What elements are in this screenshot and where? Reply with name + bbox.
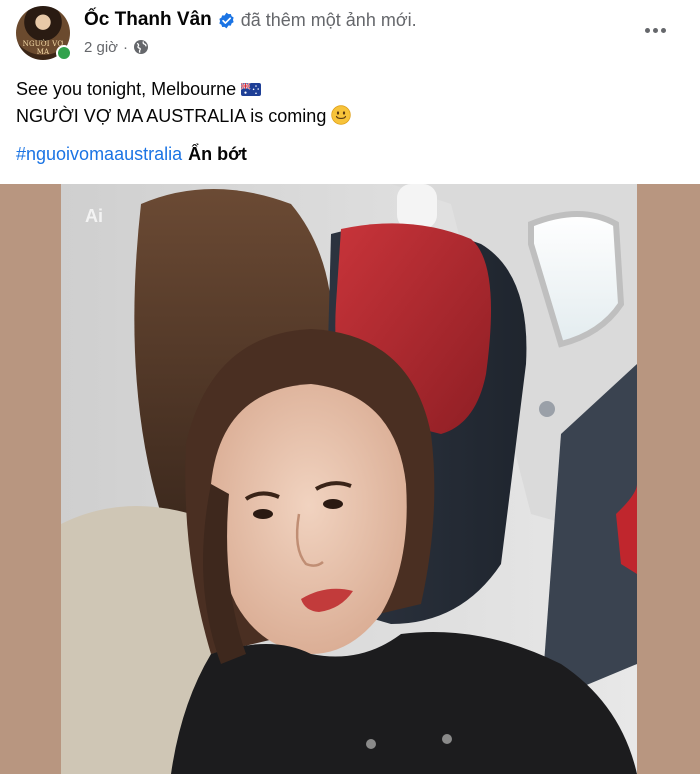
post-header: Ốc Thanh Vân đã thêm một ảnh mới.: [84, 8, 417, 32]
meta-separator: ·: [123, 38, 129, 56]
more-dot: [644, 27, 650, 33]
verified-badge-icon: [219, 12, 234, 28]
post-caption-2: NGƯỜI VỢ MA AUSTRALIA is coming: [16, 106, 327, 126]
post-photo: Ai: [61, 184, 637, 774]
post-text-line-1: See you tonight, Melbourne: [16, 77, 262, 101]
post-caption-1: See you tonight, Melbourne: [16, 79, 237, 99]
more-options-icon[interactable]: [640, 18, 670, 42]
post-timestamp[interactable]: 2 giờ: [84, 39, 118, 56]
australia-flag-emoji: [241, 83, 262, 96]
post-action-text: đã thêm một ảnh mới.: [240, 9, 417, 30]
see-less-button[interactable]: Ẩn bớt: [188, 144, 247, 164]
post-photo-container[interactable]: Ai: [0, 184, 700, 774]
post-text-line-2: NGƯỜI VỢ MA AUSTRALIA is coming: [16, 104, 352, 128]
facebook-post: NGƯỜI VỢ MA Ốc Thanh Vân đã thêm một ảnh…: [0, 0, 700, 774]
hashtag-line: #nguoivomaaustralia Ẩn bớt: [16, 142, 247, 166]
more-dot: [660, 27, 666, 33]
more-dot: [652, 27, 658, 33]
hashtag-link[interactable]: #nguoivomaaustralia: [16, 144, 182, 164]
globe-icon[interactable]: [133, 39, 149, 55]
post-meta: 2 giờ ·: [84, 37, 149, 57]
airplane-selfie-image: [61, 184, 637, 774]
author-name[interactable]: Ốc Thanh Vân: [84, 9, 212, 31]
smiling-face-emoji: [331, 105, 352, 125]
online-status-dot: [56, 45, 72, 61]
photo-watermark: Ai: [85, 206, 103, 226]
